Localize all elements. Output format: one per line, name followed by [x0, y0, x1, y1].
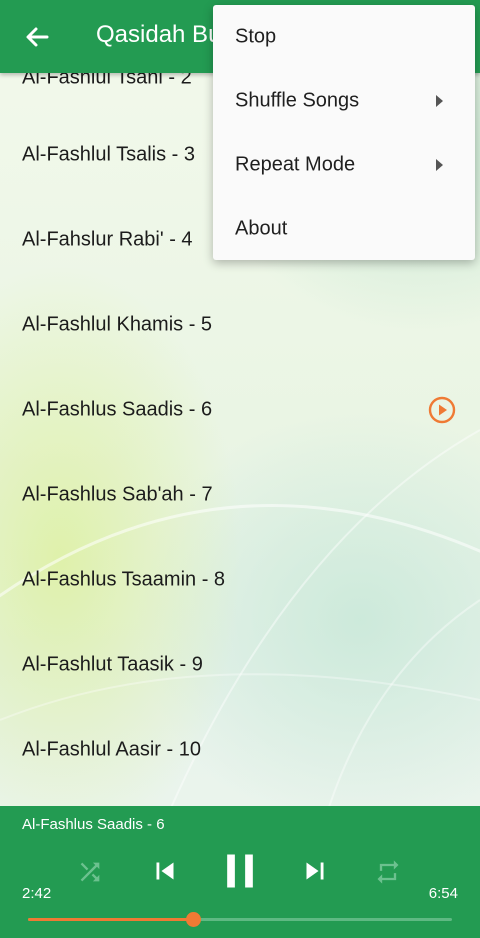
player-bar: Al-Fashlus Saadis - 6 2:42 6:54	[0, 806, 480, 938]
track-title: Al-Fashlul Khamis - 5	[22, 313, 213, 335]
track-title: Al-Fashlut Taasik - 9	[22, 653, 203, 675]
shuffle-icon[interactable]	[76, 858, 104, 886]
arrow-back-icon[interactable]	[20, 20, 54, 54]
track-title: Al-Fashlus Tsaamin - 8	[22, 568, 226, 590]
now-playing-icon	[428, 396, 456, 423]
menu-item-label: Stop	[235, 25, 277, 48]
track-item[interactable]: Al-Fashlul Aasir - 10	[0, 707, 480, 792]
menu-item-label: About	[235, 217, 288, 240]
seek-bar[interactable]	[28, 912, 452, 927]
track-title: Al-Fashlus Saadis - 6	[22, 398, 213, 420]
track-item[interactable]: Al-Fashlus Tsaamin - 8	[0, 537, 480, 622]
track-title: Al-Fashlul Tsani - 2	[22, 73, 192, 88]
track-item[interactable]: Al-Fashlul Khamis - 5	[0, 282, 480, 367]
track-title: Al-Fashlus Sab'ah - 7	[22, 483, 213, 505]
track-title: Al-Fashlul Aasir - 10	[22, 738, 201, 760]
now-playing-title: Al-Fashlus Saadis - 6	[22, 816, 165, 833]
repeat-icon[interactable]	[374, 858, 402, 886]
track-item[interactable]: Al-Fashlus Sab'ah - 7	[0, 452, 480, 537]
seek-bar-thumb[interactable]	[186, 912, 202, 927]
overflow-menu: Stop Shuffle Songs Repeat Mode About	[213, 5, 475, 260]
menu-item-shuffle-songs[interactable]: Shuffle Songs	[213, 69, 475, 133]
track-item-now-playing[interactable]: Al-Fashlus Saadis - 6	[0, 367, 480, 452]
pause-icon[interactable]	[218, 849, 262, 893]
menu-item-repeat-mode[interactable]: Repeat Mode	[213, 133, 475, 197]
elapsed-time: 2:42	[22, 885, 52, 902]
skip-previous-icon[interactable]	[148, 854, 182, 888]
menu-item-label: Shuffle Songs	[235, 89, 360, 112]
submenu-arrow-icon	[436, 159, 443, 171]
skip-next-icon[interactable]	[298, 854, 332, 888]
track-title: Al-Fahslur Rabi' - 4	[22, 228, 193, 250]
menu-item-stop[interactable]: Stop	[213, 5, 475, 69]
menu-item-label: Repeat Mode	[235, 153, 356, 176]
track-title: Al-Fashlul Tsalis - 3	[22, 143, 196, 165]
menu-item-about[interactable]: About	[213, 197, 475, 261]
submenu-arrow-icon	[436, 95, 443, 107]
total-time: 6:54	[428, 885, 458, 902]
track-item[interactable]: Al-Fashlut Taasik - 9	[0, 622, 480, 707]
seek-bar-progress	[28, 918, 194, 921]
